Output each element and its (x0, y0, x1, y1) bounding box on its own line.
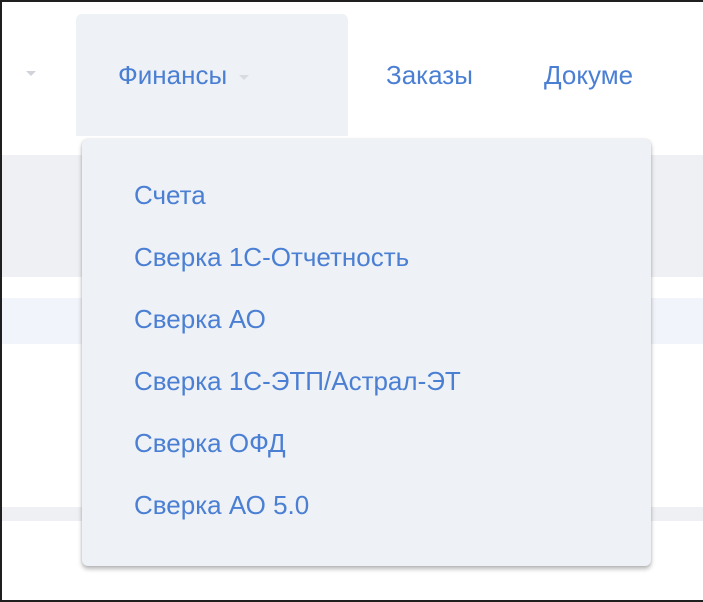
menu-item-reconcile-1c-etp-astral[interactable]: Сверка 1С-ЭТП/Астрал-ЭТ (82, 361, 651, 423)
top-menu-bar: Финансы Заказы Докуме (2, 14, 703, 136)
menu-item-reconcile-ao-5[interactable]: Сверка АО 5.0 (82, 485, 651, 547)
menu-tab-documents[interactable]: Докуме (544, 14, 633, 136)
menu-tab-label: Заказы (386, 59, 473, 90)
chevron-down-icon[interactable] (26, 71, 36, 76)
menu-item-reconcile-1c-reporting[interactable]: Сверка 1С-Отчетность (82, 237, 651, 299)
menu-tab-label: Финансы (118, 59, 228, 90)
app-frame: Финансы Заказы Докуме Счета Сверка 1С-От… (0, 0, 703, 602)
finance-dropdown-menu: Счета Сверка 1С-Отчетность Сверка АО Све… (82, 139, 651, 566)
menu-item-invoices[interactable]: Счета (82, 175, 651, 237)
chevron-down-icon (239, 74, 250, 80)
menu-tab-orders[interactable]: Заказы (386, 14, 473, 136)
menu-item-reconcile-ofd[interactable]: Сверка ОФД (82, 423, 651, 485)
menu-item-reconcile-ao[interactable]: Сверка АО (82, 299, 651, 361)
menu-tab-label: Докуме (544, 59, 634, 90)
menu-tab-finance[interactable]: Финансы (76, 14, 348, 136)
